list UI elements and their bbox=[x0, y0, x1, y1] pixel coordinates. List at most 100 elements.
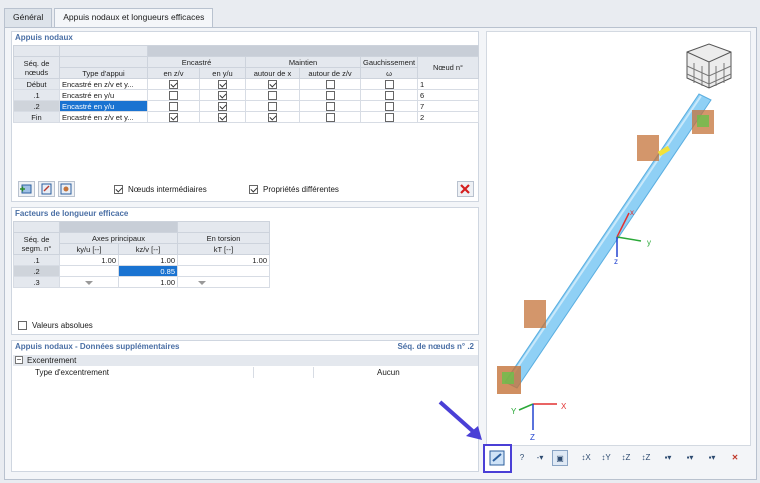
view-z-button[interactable]: ↕Z bbox=[618, 450, 634, 466]
warping-checkbox[interactable] bbox=[384, 112, 394, 122]
svg-text:z: z bbox=[614, 257, 618, 266]
segment-seq-cell: .1 bbox=[13, 254, 60, 266]
fixed-zv-cell[interactable] bbox=[147, 111, 200, 123]
absolute-values-checkbox[interactable] bbox=[18, 321, 27, 330]
fixed-yu-cell[interactable] bbox=[199, 78, 246, 90]
ky-cell[interactable]: 1.00 bbox=[59, 254, 119, 266]
restraint-x-checkbox[interactable] bbox=[268, 90, 277, 100]
restraint-x-checkbox[interactable] bbox=[268, 112, 277, 122]
support-row[interactable]: .2 Encastré en y/u 7 bbox=[13, 100, 480, 112]
ky-cell[interactable] bbox=[59, 265, 119, 277]
delete-button[interactable] bbox=[457, 181, 474, 197]
nodal-supports-title: Appuis nodaux bbox=[15, 33, 73, 42]
warping-cell[interactable] bbox=[360, 78, 418, 90]
add-node-button[interactable] bbox=[18, 181, 35, 197]
warping-cell[interactable] bbox=[360, 100, 418, 112]
reset-view-button[interactable]: ✕ bbox=[727, 450, 743, 466]
support-row[interactable]: Fin Encastré en z/v et y... 2 bbox=[13, 111, 480, 123]
warping-checkbox[interactable] bbox=[384, 90, 394, 100]
fixed-zv-checkbox[interactable] bbox=[169, 79, 178, 89]
restraint-x-cell[interactable] bbox=[245, 78, 300, 90]
visibility-dropdown-3[interactable]: ▪▾ bbox=[702, 450, 722, 466]
render-button[interactable]: ▣ bbox=[552, 450, 568, 466]
kt-cell[interactable] bbox=[177, 276, 270, 288]
restraint-zv-checkbox[interactable] bbox=[325, 101, 335, 111]
model-view-button[interactable] bbox=[483, 444, 512, 473]
visibility-dropdown-2[interactable]: ▪▾ bbox=[680, 450, 700, 466]
edit-node-button[interactable] bbox=[38, 181, 55, 197]
global-axes-icon: X Y Z bbox=[511, 402, 567, 442]
support-type-cell[interactable]: Encastré en z/v et y... bbox=[59, 78, 148, 90]
fixed-yu-checkbox[interactable] bbox=[218, 101, 227, 111]
different-properties-label: Propriétés différentes bbox=[263, 185, 339, 194]
kt-cell[interactable]: 1.00 bbox=[177, 254, 270, 266]
ky-cell[interactable] bbox=[59, 276, 119, 288]
restraint-x-checkbox[interactable] bbox=[268, 101, 277, 111]
fixed-yu-checkbox[interactable] bbox=[218, 112, 227, 122]
eccentricity-group-label: Excentrement bbox=[27, 356, 77, 365]
fixed-zv-checkbox[interactable] bbox=[169, 101, 178, 111]
fixed-zv-cell[interactable] bbox=[147, 100, 200, 112]
restraint-zv-checkbox[interactable] bbox=[325, 79, 335, 89]
view-minus-z-button[interactable]: ↕Z bbox=[638, 450, 654, 466]
fixed-zv-cell[interactable] bbox=[147, 89, 200, 101]
fixed-zv-checkbox[interactable] bbox=[169, 90, 178, 100]
warping-cell[interactable] bbox=[360, 89, 418, 101]
view-cube-icon[interactable] bbox=[686, 43, 732, 89]
restraint-zv-cell[interactable] bbox=[299, 78, 361, 90]
select-node-button[interactable] bbox=[58, 181, 75, 197]
warping-checkbox[interactable] bbox=[384, 79, 394, 89]
support-type-cell[interactable]: Encastré en y/u bbox=[59, 89, 148, 101]
fixed-zv-cell[interactable] bbox=[147, 78, 200, 90]
restraint-zv-checkbox[interactable] bbox=[325, 90, 335, 100]
display-dropdown[interactable]: -▾ bbox=[530, 450, 550, 466]
restraint-zv-cell[interactable] bbox=[299, 100, 361, 112]
restraint-x-cell[interactable] bbox=[245, 100, 300, 112]
collapse-icon[interactable]: − bbox=[15, 356, 23, 364]
tab-nodal-supports[interactable]: Appuis nodaux et longueurs efficaces bbox=[54, 8, 214, 28]
header-type-label: Type d'appui bbox=[59, 67, 148, 79]
fixed-yu-cell[interactable] bbox=[199, 100, 246, 112]
restraint-x-cell[interactable] bbox=[245, 111, 300, 123]
eccentricity-type-value[interactable]: Aucun bbox=[377, 368, 400, 377]
warping-cell[interactable] bbox=[360, 111, 418, 123]
warping-checkbox[interactable] bbox=[384, 101, 394, 111]
header-kz: kz/v [--] bbox=[118, 243, 178, 255]
3d-view[interactable]: x y z X Y Z bbox=[486, 31, 751, 446]
intermediate-nodes-checkbox[interactable] bbox=[114, 185, 123, 194]
visibility-dropdown-1[interactable]: ▪▾ bbox=[658, 450, 678, 466]
length-row[interactable]: .2 0.85 bbox=[13, 265, 270, 277]
kz-cell[interactable]: 0.85 bbox=[118, 265, 178, 277]
restraint-x-cell[interactable] bbox=[245, 89, 300, 101]
length-row[interactable]: .1 1.00 1.00 1.00 bbox=[13, 254, 270, 266]
restraint-zv-cell[interactable] bbox=[299, 89, 361, 101]
fixed-yu-cell[interactable] bbox=[199, 89, 246, 101]
view-y-button[interactable]: ↕Y bbox=[598, 450, 614, 466]
kt-cell[interactable] bbox=[177, 265, 270, 277]
header-type bbox=[59, 56, 148, 68]
kz-cell[interactable]: 1.00 bbox=[118, 276, 178, 288]
fixed-yu-cell[interactable] bbox=[199, 111, 246, 123]
tab-general[interactable]: Général bbox=[4, 8, 53, 27]
help-icon[interactable]: ? bbox=[514, 450, 530, 466]
header-noeud: Nœud n° bbox=[416, 56, 480, 79]
view-x-button[interactable]: ↕X bbox=[578, 450, 594, 466]
ky-value: 1.00 bbox=[101, 255, 116, 265]
length-row[interactable]: .3 1.00 bbox=[13, 276, 270, 288]
support-row[interactable]: .1 Encastré en y/u 6 bbox=[13, 89, 480, 101]
fixed-yu-checkbox[interactable] bbox=[218, 79, 227, 89]
segment-seq-cell: .2 bbox=[13, 265, 60, 277]
restraint-zv-checkbox[interactable] bbox=[325, 112, 335, 122]
eccentricity-type-row[interactable]: Type d'excentrement Aucun bbox=[13, 367, 478, 378]
restraint-x-checkbox[interactable] bbox=[268, 79, 277, 89]
svg-text:Y: Y bbox=[511, 407, 517, 416]
support-type-cell[interactable]: Encastré en y/u bbox=[59, 100, 148, 112]
fixed-zv-checkbox[interactable] bbox=[169, 112, 178, 122]
support-type-cell[interactable]: Encastré en z/v et y... bbox=[59, 111, 148, 123]
kz-cell[interactable]: 1.00 bbox=[118, 254, 178, 266]
fixed-yu-checkbox[interactable] bbox=[218, 90, 227, 100]
support-row[interactable]: Début Encastré en z/v et y... 1 bbox=[13, 78, 480, 90]
different-properties-checkbox[interactable] bbox=[249, 185, 258, 194]
restraint-zv-cell[interactable] bbox=[299, 111, 361, 123]
eccentricity-group-row[interactable]: − Excentrement bbox=[13, 355, 478, 366]
